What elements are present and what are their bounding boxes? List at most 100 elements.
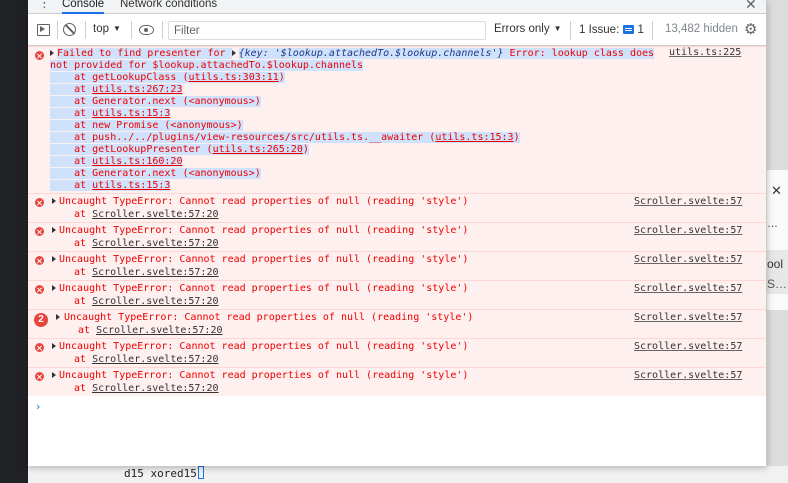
expand-arrow-icon[interactable] [52, 227, 56, 233]
editor-line: d15 xored15 [28, 466, 788, 483]
error-message: Uncaught TypeError: Cannot read properti… [59, 370, 469, 381]
location-link[interactable]: Scroller.svelte:57:20 [96, 325, 222, 336]
console-error-message[interactable]: 2 Uncaught TypeError: Cannot read propert… [28, 309, 766, 338]
stack-frame: at Generator.next (<anonymous>) [50, 168, 520, 180]
stack-frame-link[interactable]: utils.ts:303:11 [188, 72, 279, 83]
console-error-message[interactable]: Uncaught TypeError: Cannot read properti… [28, 251, 766, 280]
source-link[interactable]: Scroller.svelte:57 [634, 254, 742, 265]
expand-arrow-icon[interactable] [56, 314, 60, 320]
dropdown-arrow-icon: ▼ [553, 24, 562, 33]
error-location: at Scroller.svelte:57:20 [74, 238, 219, 250]
dropdown-arrow-icon: ▼ [113, 24, 121, 33]
stack-frame: at utils.ts:160:20 [50, 156, 520, 168]
error-message: Error: lookup class does [503, 48, 655, 59]
location-link[interactable]: Scroller.svelte:57:20 [92, 383, 218, 394]
editor-text[interactable]: d15 xored15 [124, 466, 204, 480]
error-list: Uncaught TypeError: Cannot read properti… [28, 193, 766, 396]
console-error-message[interactable]: Failed to find presenter for {key: '$loo… [28, 46, 766, 193]
console-error-message[interactable]: Uncaught TypeError: Cannot read properti… [28, 280, 766, 309]
error-message: Uncaught TypeError: Cannot read properti… [59, 341, 469, 352]
location-link[interactable]: Scroller.svelte:57:20 [92, 267, 218, 278]
error-first-line: Failed to find presenter for {key: '$loo… [50, 48, 655, 60]
show-sidebar-icon[interactable] [37, 24, 50, 36]
error-icon [35, 343, 44, 352]
expand-arrow-icon[interactable] [52, 343, 56, 349]
background-list-item[interactable]: ool S… [767, 250, 788, 294]
background-ellipsis: … [767, 218, 778, 230]
stack-frame: at push../../plugins/view-resources/src/… [50, 132, 520, 144]
source-link[interactable]: Scroller.svelte:57 [634, 312, 742, 323]
location-link[interactable]: Scroller.svelte:57:20 [92, 296, 218, 307]
location-link[interactable]: Scroller.svelte:57:20 [92, 238, 218, 249]
stack-frame: at Generator.next (<anonymous>) [50, 96, 520, 108]
error-location: at Scroller.svelte:57:20 [74, 296, 219, 308]
log-levels-dropdown[interactable]: Errors only ▼ [494, 23, 562, 35]
stack-frame-text: at [50, 156, 93, 167]
source-link[interactable]: Scroller.svelte:57 [634, 283, 742, 294]
source-link[interactable]: Scroller.svelte:57 [634, 341, 742, 352]
console-error-message[interactable]: Uncaught TypeError: Cannot read properti… [28, 222, 766, 251]
error-body: Failed to find presenter for {key: '$loo… [50, 48, 655, 60]
source-link[interactable]: Scroller.svelte:57 [634, 196, 742, 207]
close-icon[interactable]: ✕ [771, 184, 782, 199]
filter-input[interactable] [168, 21, 486, 40]
repeat-count-badge: 2 [34, 313, 48, 327]
stack-frame-link[interactable]: utils.ts:15:3 [435, 132, 514, 143]
background-item-label: ool [767, 257, 784, 271]
context-selector[interactable]: top ▼ [93, 23, 121, 35]
editor-gutter [0, 0, 28, 483]
console-prompt[interactable]: › [36, 400, 40, 413]
issues-button[interactable]: 1 Issue: 1 [570, 21, 653, 40]
error-message: Uncaught TypeError: Cannot read properti… [59, 225, 469, 236]
toolbar-divider [131, 21, 132, 39]
error-prefix: Failed to find presenter for [57, 48, 232, 59]
expand-arrow-icon[interactable] [52, 198, 56, 204]
clear-console-icon[interactable] [63, 23, 76, 36]
stack-frame: at utils.ts:15:3 [50, 108, 520, 120]
stack-frame-link[interactable]: utils.ts:15:3 [92, 108, 171, 119]
console-error-message[interactable]: Uncaught TypeError: Cannot read properti… [28, 193, 766, 222]
source-link[interactable]: Scroller.svelte:57 [634, 370, 742, 381]
expand-arrow-icon[interactable] [52, 256, 56, 262]
toolbar-divider [162, 21, 163, 39]
location-link[interactable]: Scroller.svelte:57:20 [92, 209, 218, 220]
toolbar-divider [57, 21, 58, 39]
stack-frame: at getLookupClass (utils.ts:303:11) [50, 72, 520, 84]
more-options-icon[interactable]: ⋮ [38, 0, 51, 11]
at-prefix: at [78, 325, 97, 336]
error-icon [35, 227, 44, 236]
stack-frame-link[interactable]: utils.ts:267:23 [92, 84, 183, 95]
expand-arrow-icon[interactable] [52, 285, 56, 291]
at-prefix: at [74, 209, 93, 220]
error-object[interactable]: {key: '$lookup.attachedTo.$lookup.channe… [238, 48, 504, 59]
stack-frame: at new Promise (<anonymous>) [50, 120, 520, 132]
expand-arrow-icon[interactable] [50, 50, 54, 56]
source-link[interactable]: Scroller.svelte:57 [634, 225, 742, 236]
live-expression-eye-icon[interactable] [139, 25, 154, 35]
gear-icon[interactable]: ⚙ [744, 20, 757, 38]
stack-frame-link[interactable]: utils.ts:265:20 [212, 144, 303, 155]
error-location: at Scroller.svelte:57:20 [74, 267, 219, 279]
expand-arrow-icon[interactable] [52, 372, 56, 378]
tab-console[interactable]: Console [62, 0, 105, 14]
tab-network-conditions[interactable]: Network conditions [120, 0, 217, 14]
console-error-message[interactable]: Uncaught TypeError: Cannot read properti… [28, 338, 766, 367]
stack-frame-text: at [50, 108, 93, 119]
text-cursor [197, 466, 204, 479]
stack-frame-link[interactable]: utils.ts:160:20 [92, 156, 183, 167]
background-panel: ✕ … ool S… [767, 170, 788, 310]
error-message: Uncaught TypeError: Cannot read properti… [64, 312, 474, 323]
console-messages: Failed to find presenter for {key: '$loo… [28, 46, 766, 466]
location-link[interactable]: Scroller.svelte:57:20 [92, 354, 218, 365]
source-link[interactable]: utils.ts:225 [669, 47, 741, 58]
stack-frame-link[interactable]: utils.ts:15:3 [92, 180, 171, 191]
stack-frame-text: at getLookupPresenter ( [50, 144, 213, 155]
error-location: at Scroller.svelte:57:20 [74, 383, 219, 395]
toolbar-divider [85, 21, 86, 39]
stack-frame-text: at Generator.next (<anonymous>) [50, 96, 261, 107]
expand-object-icon[interactable] [231, 50, 236, 56]
error-location: at Scroller.svelte:57:20 [74, 354, 219, 366]
at-prefix: at [74, 267, 93, 278]
close-drawer-icon[interactable]: ✕ [745, 0, 757, 13]
console-error-message[interactable]: Uncaught TypeError: Cannot read properti… [28, 367, 766, 396]
